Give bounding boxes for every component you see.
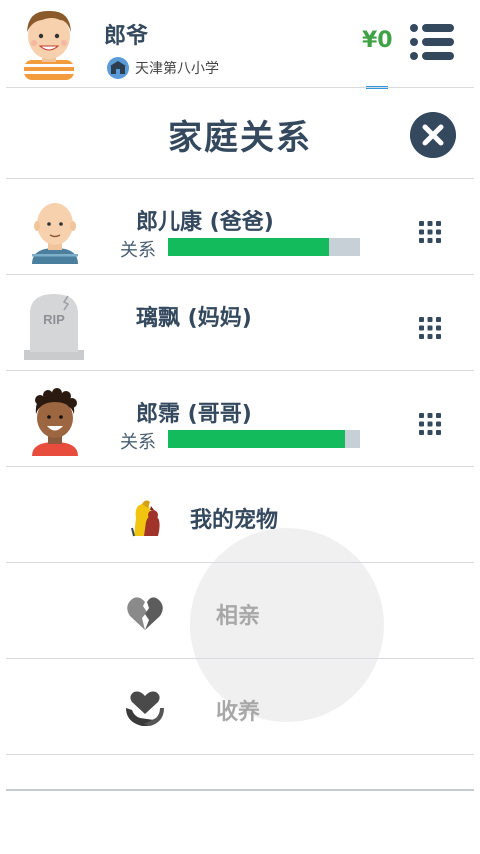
action-label: 收养	[216, 700, 261, 725]
hands-heart-icon	[126, 691, 164, 726]
family-member-row[interactable]: RIP 璃飘 (妈妈)	[6, 276, 474, 372]
relation-label: 关系	[120, 240, 156, 261]
matchmaking-button[interactable]: 相亲	[6, 564, 474, 660]
relation-label: 关系	[120, 432, 156, 453]
footer-divider	[6, 789, 474, 791]
divider	[6, 466, 474, 467]
grid-dots-icon[interactable]	[418, 412, 442, 436]
school-info: 天津第八小学	[106, 56, 219, 80]
action-label: 相亲	[216, 604, 261, 629]
divider	[6, 274, 474, 275]
list-menu-icon[interactable]	[408, 22, 456, 62]
school-name: 天津第八小学	[135, 61, 219, 77]
divider	[6, 370, 474, 371]
divider	[6, 658, 474, 659]
close-x-icon[interactable]	[410, 112, 456, 158]
school-badge-icon	[107, 57, 129, 79]
bald-man-avatar	[32, 203, 78, 264]
page-title: 家庭关系	[168, 118, 312, 158]
broken-heart-icon	[127, 597, 163, 630]
divider	[6, 562, 474, 563]
family-member-row[interactable]: 郎儿康 (爸爸) 关系	[6, 180, 474, 276]
player-avatar[interactable]	[18, 6, 80, 80]
header: 郎爷 天津第八小学 ¥0	[0, 0, 480, 89]
money-balance[interactable]: ¥0	[362, 28, 393, 53]
relation-bar-fill	[168, 430, 345, 448]
family-member-name: 郎儿康 (爸爸)	[136, 210, 274, 235]
relation-bar-fill	[168, 238, 330, 256]
my-pets-button[interactable]: 我的宠物	[6, 468, 474, 564]
divider	[6, 178, 474, 179]
relation-bar	[168, 238, 360, 256]
curly-boy-avatar	[32, 388, 78, 456]
tombstone-icon: RIP	[24, 294, 84, 360]
action-label: 我的宠物	[190, 508, 279, 533]
relation-bar	[168, 430, 360, 448]
player-name: 郎爷	[104, 24, 149, 49]
grid-dots-icon[interactable]	[418, 220, 442, 244]
tombstone-text: RIP	[43, 312, 65, 327]
divider	[6, 754, 474, 755]
adoption-button[interactable]: 收养	[6, 660, 474, 756]
family-member-name: 郎霈 (哥哥)	[136, 402, 252, 427]
family-member-name: 璃飘 (妈妈)	[136, 306, 252, 331]
grid-dots-icon[interactable]	[418, 316, 442, 340]
header-divider	[6, 87, 474, 88]
family-member-row[interactable]: 郎霈 (哥哥) 关系	[6, 372, 474, 468]
pets-icon	[131, 500, 160, 537]
